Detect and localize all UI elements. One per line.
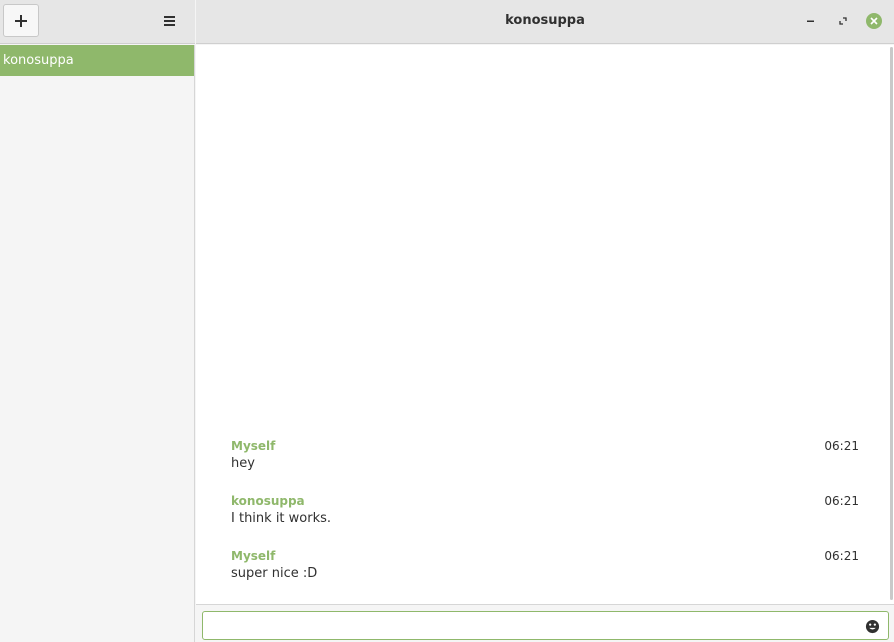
- main-menu-button[interactable]: [155, 7, 183, 35]
- add-contact-button[interactable]: [3, 4, 39, 37]
- message-sender: Myself: [231, 549, 276, 563]
- message-view[interactable]: Myself 06:21 hey konosuppa 06:21 I think…: [196, 45, 894, 604]
- smiley-icon: [865, 619, 879, 633]
- message-sender: Myself: [231, 439, 276, 453]
- minimize-button[interactable]: [802, 12, 820, 30]
- message-time: 06:21: [824, 549, 859, 563]
- maximize-button[interactable]: [834, 12, 852, 30]
- message-time: 06:21: [824, 439, 859, 453]
- message-time: 06:21: [824, 494, 859, 508]
- message-item: Myself 06:21 super nice :D: [231, 549, 859, 604]
- message-text: I think it works.: [231, 511, 332, 526]
- chat-window: konosuppa konosuppa Myself 06:21 hey kon…: [0, 0, 894, 642]
- message-item: konosuppa 06:21 I think it works.: [231, 494, 859, 549]
- message-scrollbar[interactable]: [890, 47, 893, 600]
- minimize-icon: [807, 20, 814, 22]
- composer-bar: [196, 604, 894, 642]
- message-sender: konosuppa: [231, 494, 305, 508]
- contact-name: konosuppa: [3, 53, 74, 68]
- window-title: konosuppa: [505, 13, 585, 28]
- sidebar-header: [0, 0, 195, 44]
- hamburger-menu-icon: [163, 16, 175, 26]
- message-list: Myself 06:21 hey konosuppa 06:21 I think…: [231, 439, 859, 604]
- contact-item-konosuppa[interactable]: konosuppa: [0, 45, 194, 76]
- conversation-header: konosuppa: [196, 0, 894, 44]
- close-icon: [870, 17, 878, 25]
- close-button[interactable]: [866, 13, 882, 29]
- message-text: hey: [231, 456, 255, 471]
- message-item: Myself 06:21 hey: [231, 439, 859, 494]
- contact-list: konosuppa: [0, 45, 195, 642]
- emoji-button[interactable]: [864, 618, 880, 634]
- plus-icon: [15, 14, 27, 27]
- message-text: super nice :D: [231, 566, 318, 581]
- message-input[interactable]: [202, 611, 889, 640]
- restore-icon: [839, 17, 847, 25]
